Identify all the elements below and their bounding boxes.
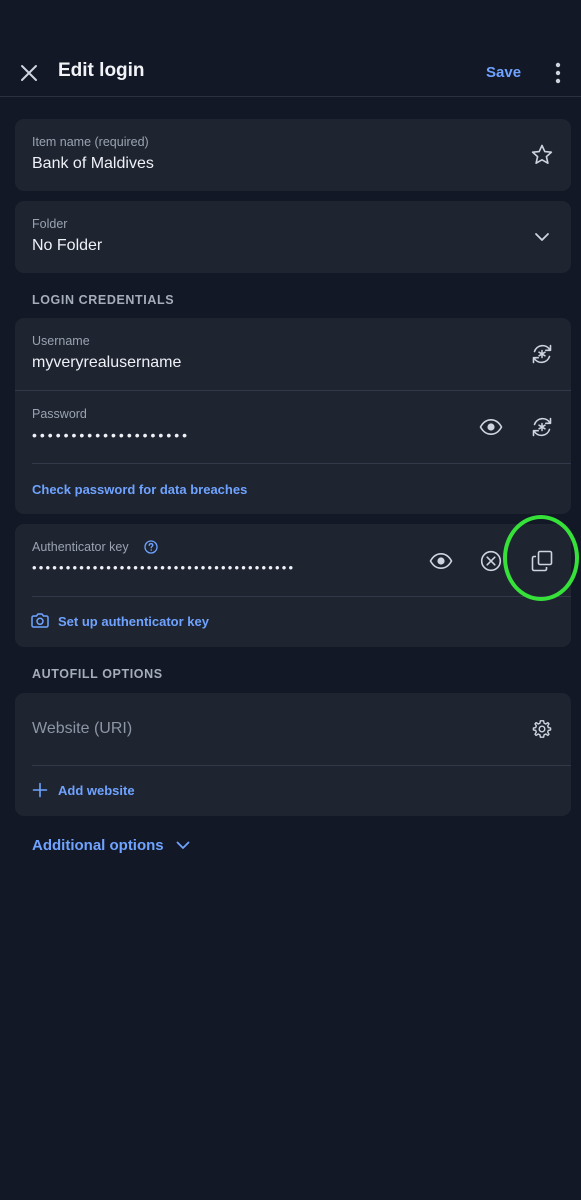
save-button[interactable]: Save — [486, 64, 521, 81]
divider — [32, 765, 571, 766]
login-credentials-heading: LOGIN CREDENTIALS — [32, 293, 175, 307]
login-credentials-card: Username myveryrealusername Password •••… — [15, 318, 571, 514]
authenticator-key-label: Authenticator key — [32, 540, 129, 554]
clear-key-icon[interactable] — [477, 547, 505, 575]
username-label: Username — [32, 334, 90, 348]
folder-select[interactable]: Folder No Folder — [15, 201, 571, 273]
website-uri-field[interactable]: Website (URI) — [32, 720, 132, 738]
folder-value[interactable]: No Folder — [32, 237, 102, 255]
divider — [32, 463, 571, 464]
folder-label: Folder — [32, 217, 68, 231]
additional-options-toggle[interactable]: Additional options — [32, 837, 190, 854]
additional-options-label: Additional options — [32, 837, 164, 854]
camera-icon[interactable] — [30, 610, 50, 630]
close-icon[interactable] — [16, 60, 42, 86]
app-bar: Edit login Save — [0, 48, 581, 97]
divider — [32, 596, 571, 597]
password-label: Password — [32, 407, 87, 421]
item-name-value[interactable]: Bank of Maldives — [32, 155, 154, 173]
item-name-label: Item name (required) — [32, 135, 149, 149]
status-bar — [0, 0, 581, 48]
autofill-card: Website (URI) Add website — [15, 693, 571, 816]
divider — [15, 390, 571, 391]
item-name-field[interactable]: Item name (required) Bank of Maldives — [15, 119, 571, 191]
more-options-icon[interactable] — [548, 60, 568, 86]
show-password-icon[interactable] — [477, 413, 505, 441]
generate-password-icon[interactable] — [528, 413, 556, 441]
chevron-down-icon — [176, 841, 190, 850]
show-key-icon[interactable] — [427, 547, 455, 575]
page-title: Edit login — [58, 60, 145, 81]
copy-key-icon[interactable] — [528, 547, 556, 575]
check-breaches-link[interactable]: Check password for data breaches — [32, 482, 247, 497]
password-field[interactable]: •••••••••••••••••••• — [32, 427, 190, 443]
setup-authenticator-link[interactable]: Set up authenticator key — [58, 614, 209, 629]
star-icon[interactable] — [528, 141, 556, 169]
authenticator-key-field[interactable]: ••••••••••••••••••••••••••••••••••••••• — [32, 560, 295, 575]
help-icon[interactable] — [143, 539, 159, 555]
gear-icon[interactable] — [528, 715, 556, 743]
plus-icon[interactable] — [30, 780, 50, 800]
username-field[interactable]: myveryrealusername — [32, 354, 181, 372]
authenticator-card: Authenticator key ••••••••••••••••••••••… — [15, 524, 571, 647]
autofill-options-heading: AUTOFILL OPTIONS — [32, 667, 163, 681]
add-website-button[interactable]: Add website — [58, 783, 135, 798]
chevron-down-icon[interactable] — [528, 223, 556, 251]
generate-username-icon[interactable] — [528, 340, 556, 368]
